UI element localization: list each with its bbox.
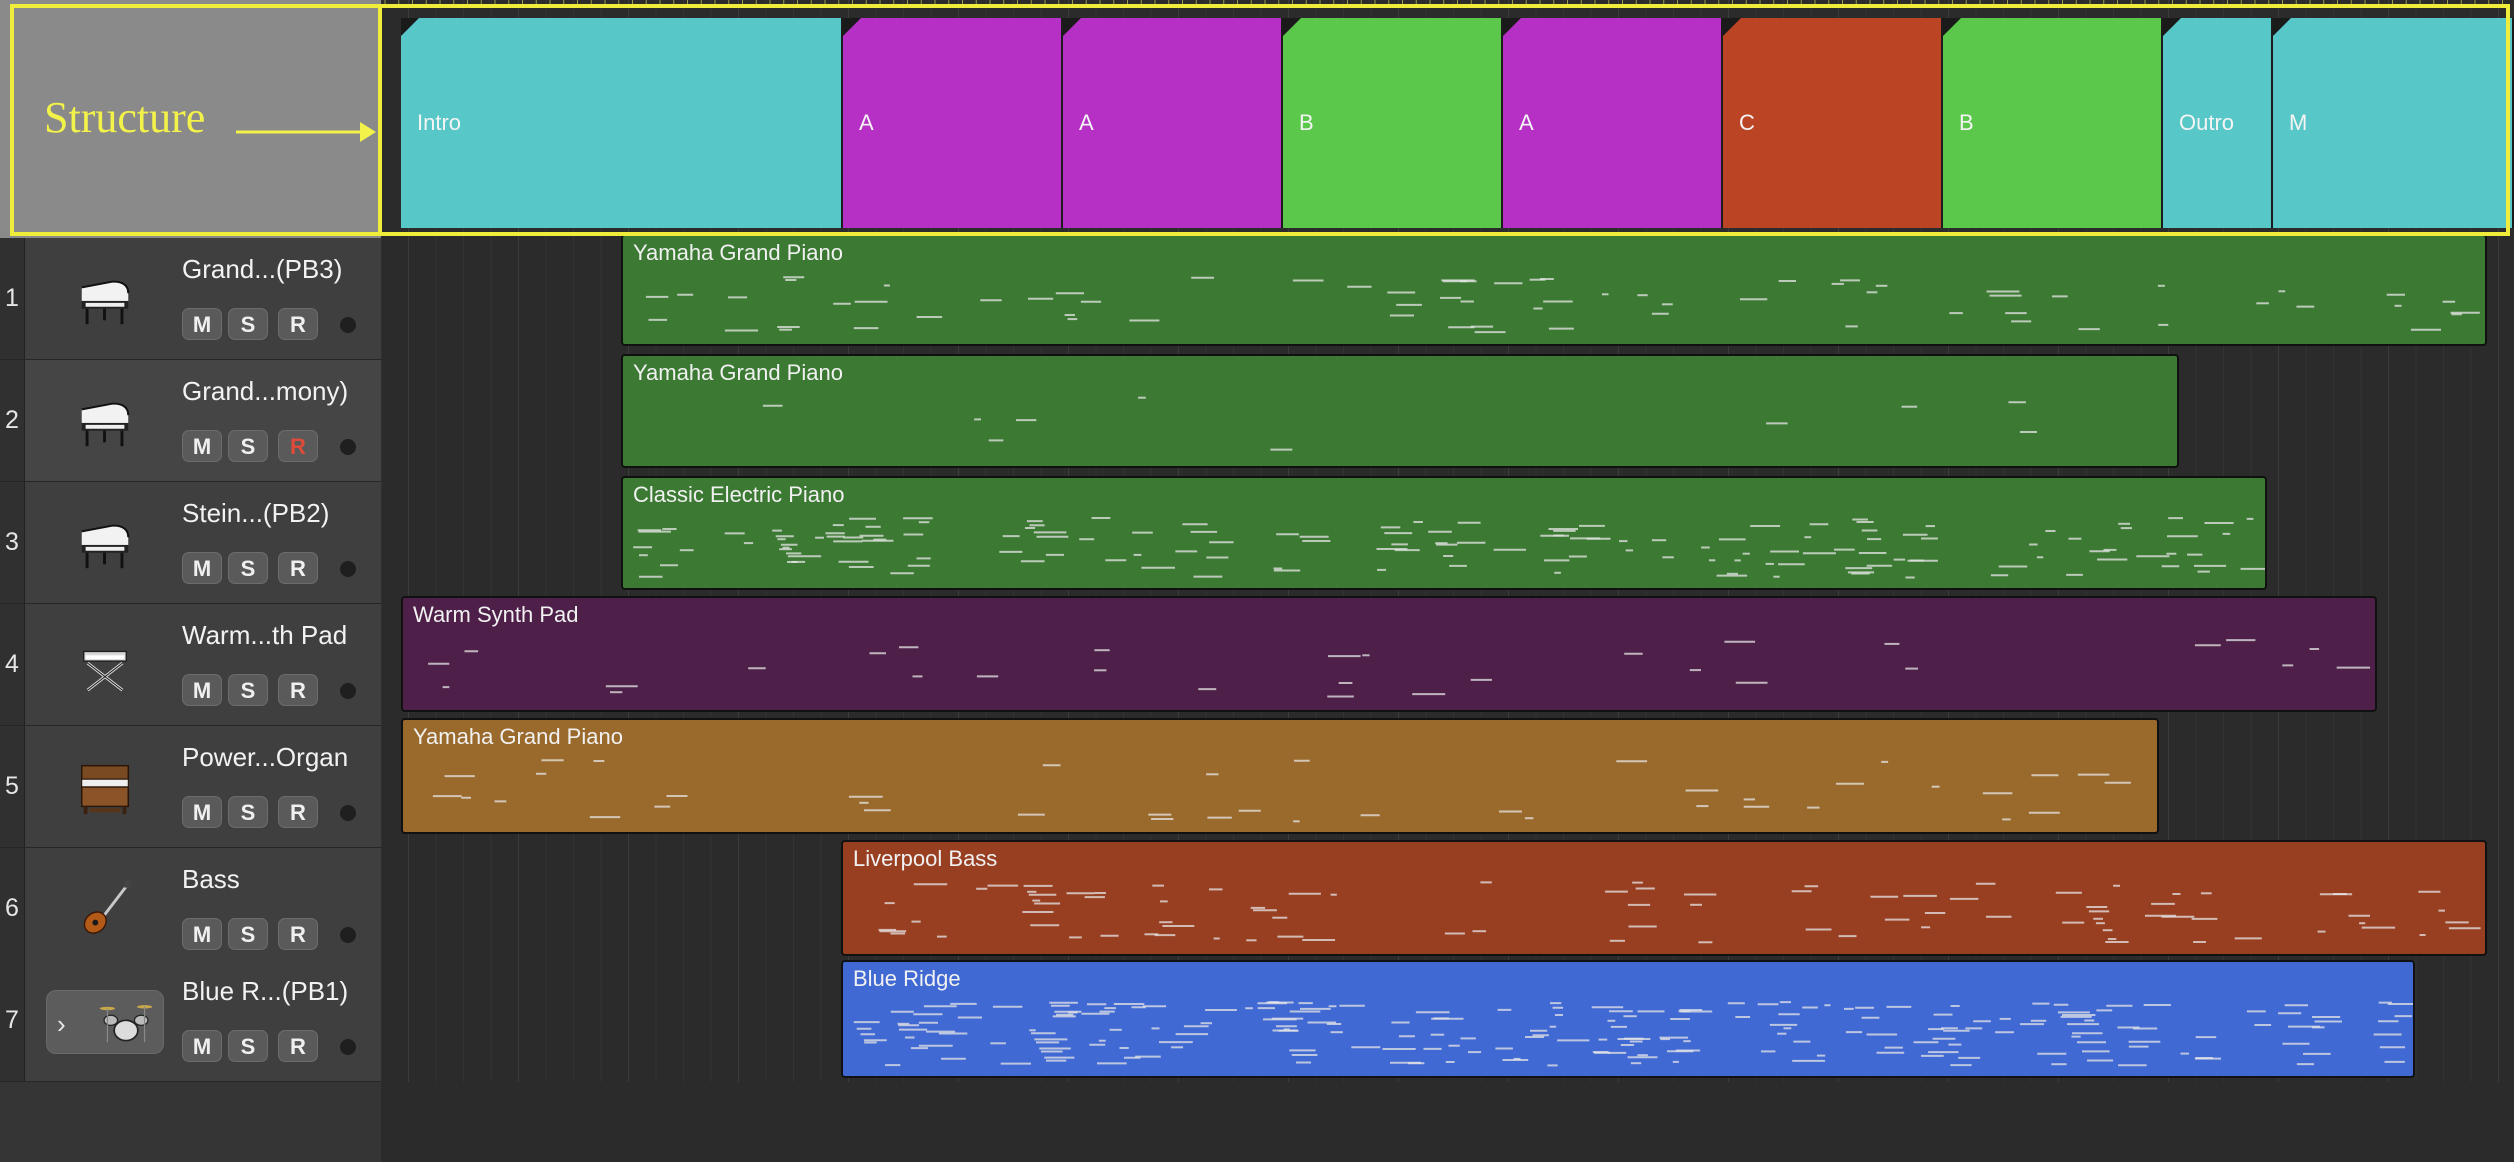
track-header-5[interactable]: 5 Power...Organ M S R (0, 726, 381, 848)
track-name[interactable]: Grand...mony) (182, 376, 348, 407)
track-name[interactable]: Stein...(PB2) (182, 498, 329, 529)
organ-icon[interactable] (70, 752, 140, 822)
mute-button[interactable]: M (182, 918, 222, 950)
drum-kit-icon (99, 1005, 153, 1043)
marker-label: C (1739, 110, 1755, 135)
input-monitor-indicator[interactable] (340, 439, 356, 455)
marker-label: A (1519, 110, 1534, 135)
arrangement-marker-outro[interactable]: Outro (2163, 18, 2273, 228)
bass-guitar-icon[interactable] (70, 874, 140, 944)
track-name[interactable]: Blue R...(PB1) (182, 976, 348, 1007)
midi-region[interactable]: Yamaha Grand Piano (621, 354, 2179, 468)
marker-label: B (1299, 110, 1314, 135)
input-monitor-indicator[interactable] (340, 317, 356, 333)
track-header-4[interactable]: 4 Warm...th Pad M S R (0, 604, 381, 726)
record-enable-button[interactable]: R (278, 674, 318, 706)
record-enable-button[interactable]: R (278, 918, 318, 950)
region-notes (432, 759, 2131, 823)
arrangement-marker-b1[interactable]: B (1283, 18, 1503, 228)
keyboard-stand-icon[interactable] (70, 630, 140, 700)
mute-button[interactable]: M (182, 1030, 222, 1062)
record-enable-button[interactable]: R (278, 308, 318, 340)
track-headers: 1 Grand...(PB3) M S R 2 Grand...mony) M … (0, 0, 381, 1162)
grand-piano-icon[interactable] (70, 264, 140, 334)
solo-button[interactable]: S (228, 1030, 268, 1062)
track-header-7[interactable]: 7 › Blue R...(PB1) M S R (0, 960, 381, 1082)
input-monitor-indicator[interactable] (340, 805, 356, 821)
record-enable-button[interactable]: R (278, 1030, 318, 1062)
midi-region[interactable]: Warm Synth Pad (401, 596, 2377, 712)
tracks-area[interactable]: Intro A A B A C B Outro M Yamaha Grand P… (381, 0, 2514, 1162)
region-notes (878, 881, 2481, 944)
track-name[interactable]: Bass (182, 864, 240, 895)
drum-kit-summary-box[interactable]: › (46, 990, 164, 1054)
marker-label: M (2289, 110, 2308, 135)
track-header-2[interactable]: 2 Grand...mony) M S R (0, 360, 381, 482)
record-enable-button[interactable]: R (278, 796, 318, 828)
track-header-6[interactable]: 6 Bass M S R (0, 848, 381, 970)
marker-label: A (1079, 110, 1094, 135)
empty-track-area[interactable] (0, 1082, 381, 1162)
midi-region[interactable]: Yamaha Grand Piano (621, 234, 2487, 346)
region-notes (762, 396, 2037, 451)
solo-button[interactable]: S (228, 308, 268, 340)
daw-window: 1 Grand...(PB3) M S R 2 Grand...mony) M … (0, 0, 2514, 1162)
region-notes (633, 517, 2265, 579)
track-number: 4 (0, 604, 25, 725)
annotation-divider (378, 4, 382, 236)
input-monitor-indicator[interactable] (340, 927, 356, 943)
track-number: 6 (0, 848, 25, 969)
mute-button[interactable]: M (182, 796, 222, 828)
marker-label: Outro (2179, 110, 2235, 135)
marker-label: A (859, 110, 874, 135)
annotation-arrow-icon (236, 122, 376, 142)
track-number: 5 (0, 726, 25, 847)
track-header-3[interactable]: 3 Stein...(PB2) M S R (0, 482, 381, 604)
mute-button[interactable]: M (182, 674, 222, 706)
marker-label: B (1959, 110, 1974, 135)
input-monitor-indicator[interactable] (340, 561, 356, 577)
arrangement-marker-a1[interactable]: A (843, 18, 1063, 228)
structure-annotation-label: Structure (44, 93, 206, 142)
track-name[interactable]: Grand...(PB3) (182, 254, 342, 285)
solo-button[interactable]: S (228, 430, 268, 462)
input-monitor-indicator[interactable] (340, 1039, 356, 1055)
mute-button[interactable]: M (182, 308, 222, 340)
record-enable-button[interactable]: R (278, 552, 318, 584)
record-enable-button[interactable]: R (278, 430, 318, 462)
track-number: 3 (0, 482, 25, 603)
arrangement-marker-a2[interactable]: A (1063, 18, 1283, 228)
region-notes (645, 276, 2480, 334)
arrangement-marker-c[interactable]: C (1723, 18, 1943, 228)
arrangement-marker-a3[interactable]: A (1503, 18, 1723, 228)
grand-piano-icon[interactable] (70, 508, 140, 578)
grand-piano-icon[interactable] (70, 386, 140, 456)
track-number: 1 (0, 238, 25, 359)
ruler-ticks (384, 0, 2503, 8)
track-number: 7 (0, 960, 25, 1081)
solo-button[interactable]: S (228, 552, 268, 584)
arrangement-marker-extra[interactable]: M (2273, 18, 2514, 228)
marker-label: Intro (417, 110, 462, 135)
solo-button[interactable]: S (228, 674, 268, 706)
drummer-region[interactable]: Blue Ridge (841, 960, 2415, 1078)
midi-region[interactable]: Liverpool Bass (841, 840, 2487, 956)
arrangement-marker-intro[interactable]: Intro (401, 18, 843, 228)
arrangement-marker-b2[interactable]: B (1943, 18, 2163, 228)
mute-button[interactable]: M (182, 430, 222, 462)
input-monitor-indicator[interactable] (340, 683, 356, 699)
midi-region[interactable]: Yamaha Grand Piano (401, 718, 2159, 834)
track-number: 2 (0, 360, 25, 481)
solo-button[interactable]: S (228, 796, 268, 828)
disclosure-chevron-icon[interactable]: › (57, 1009, 66, 1040)
region-notes (853, 1001, 2413, 1067)
track-name[interactable]: Power...Organ (182, 742, 348, 773)
region-notes (428, 639, 2371, 698)
track-header-1[interactable]: 1 Grand...(PB3) M S R (0, 238, 381, 360)
track-name[interactable]: Warm...th Pad (182, 620, 347, 651)
midi-region[interactable]: Classic Electric Piano (621, 476, 2267, 590)
mute-button[interactable]: M (182, 552, 222, 584)
solo-button[interactable]: S (228, 918, 268, 950)
